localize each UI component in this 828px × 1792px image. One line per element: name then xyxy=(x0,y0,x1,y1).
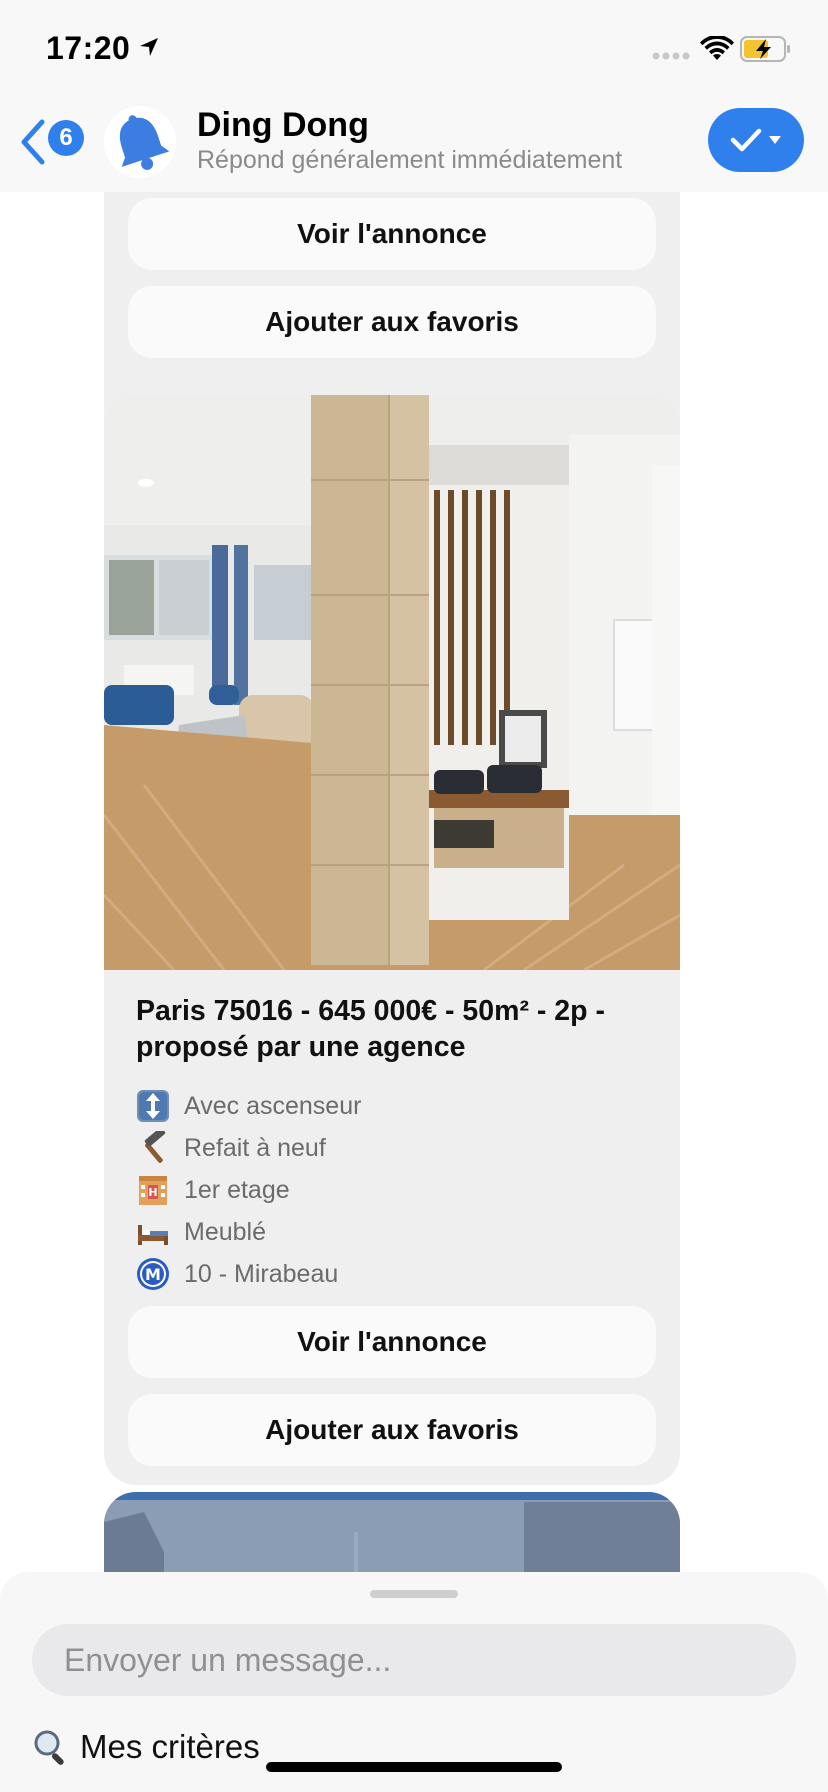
hammer-icon xyxy=(136,1131,170,1165)
feature-text: 1er etage xyxy=(184,1175,290,1204)
listing-card: Paris 75016 - 645 000€ - 50m² - 2p - pro… xyxy=(104,395,680,1485)
location-arrow-icon xyxy=(140,38,158,56)
feature-item: H 1er etage xyxy=(136,1169,656,1211)
status-time: 17:20 xyxy=(46,30,131,66)
feature-item: Refait à neuf xyxy=(136,1127,656,1169)
view-listing-button[interactable]: Voir l'annonce xyxy=(128,198,656,270)
composer-panel: Mes critères xyxy=(0,1572,828,1792)
metro-icon: M xyxy=(136,1257,170,1291)
wifi-icon xyxy=(700,36,734,60)
listing-photo[interactable] xyxy=(104,1492,680,1572)
feature-text: Avec ascenseur xyxy=(184,1091,362,1120)
status-bar: 17:20 xyxy=(0,0,828,96)
svg-text:H: H xyxy=(148,1186,157,1199)
criteria-label: Mes critères xyxy=(80,1728,260,1765)
sheet-grabber[interactable] xyxy=(370,1590,458,1598)
listing-title: Paris 75016 - 645 000€ - 50m² - 2p - pro… xyxy=(136,995,605,1063)
building-icon: H xyxy=(136,1173,170,1207)
criteria-quick-reply[interactable]: Mes critères xyxy=(32,1728,260,1766)
unread-count-badge[interactable]: 6 xyxy=(48,120,84,156)
message-input[interactable] xyxy=(32,1624,796,1696)
feature-item: M 10 - Mirabeau xyxy=(136,1253,656,1295)
listing-photo[interactable] xyxy=(104,395,680,970)
add-to-favorites-button[interactable]: Ajouter aux favoris xyxy=(128,1394,656,1466)
bell-icon xyxy=(119,115,169,170)
chat-subtitle: Répond généralement immédiatement xyxy=(197,146,623,174)
view-listing-button[interactable]: Voir l'annonce xyxy=(128,1306,656,1378)
listing-card xyxy=(104,1492,680,1572)
done-dropdown-button[interactable] xyxy=(708,108,804,172)
svg-text:M: M xyxy=(145,1265,161,1284)
cellular-signal-icon xyxy=(652,52,690,60)
caret-down-icon xyxy=(769,136,781,144)
magnifier-icon xyxy=(34,1730,64,1765)
feature-text: Refait à neuf xyxy=(184,1133,326,1162)
feature-item: Avec ascenseur xyxy=(136,1085,656,1127)
bed-icon xyxy=(136,1215,170,1249)
feature-text: Meublé xyxy=(184,1217,266,1246)
feature-text: 10 - Mirabeau xyxy=(184,1259,339,1288)
back-chevron-icon[interactable] xyxy=(18,118,48,166)
feature-list: Avec ascenseur Refait à neuf H 1er etage… xyxy=(136,1085,656,1295)
chat-title: Ding Dong xyxy=(197,106,369,144)
home-indicator xyxy=(266,1762,562,1772)
checkmark-icon xyxy=(730,128,762,152)
chat-header: 6 Ding Dong Répond généralement immédiat… xyxy=(0,96,828,192)
avatar[interactable] xyxy=(104,106,176,178)
elevator-icon xyxy=(136,1089,170,1123)
message-list[interactable]: Voir l'annonce Ajouter aux favoris Paris… xyxy=(0,192,828,1572)
add-to-favorites-button[interactable]: Ajouter aux favoris xyxy=(128,286,656,358)
battery-icon xyxy=(740,36,790,62)
feature-item: Meublé xyxy=(136,1211,656,1253)
